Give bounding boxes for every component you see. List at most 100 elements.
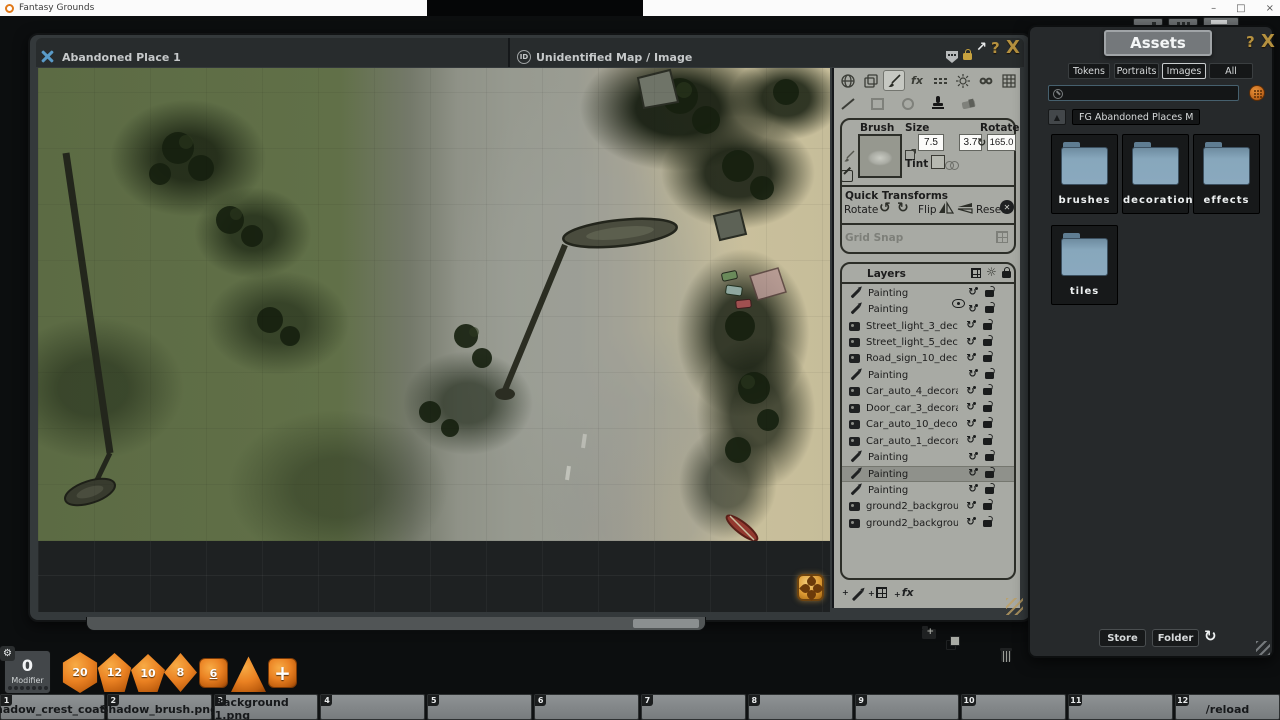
rotate-input[interactable] <box>987 134 1016 151</box>
unlock-icon[interactable] <box>985 471 994 478</box>
add-paint-layer-icon[interactable]: + <box>842 589 865 597</box>
unlock-icon[interactable] <box>983 421 992 428</box>
unlock-icon[interactable] <box>983 323 992 330</box>
unlock-icon[interactable] <box>985 487 994 494</box>
layer-vision-toggle-icon[interactable]: ↻ <box>964 354 977 364</box>
sun-icon[interactable]: ☼ <box>986 265 997 279</box>
hotbar-slot-6[interactable]: 6 <box>534 694 639 720</box>
asset-search-input[interactable] <box>1048 85 1239 101</box>
dots-tool-icon[interactable] <box>929 70 951 91</box>
map-canvas[interactable] <box>38 68 830 541</box>
die-d4[interactable] <box>231 655 266 692</box>
module-bag-button[interactable] <box>1249 85 1265 101</box>
hotbar-slot-11[interactable]: 11 <box>1068 694 1173 720</box>
help-icon[interactable]: ? <box>1246 33 1255 51</box>
size-input[interactable] <box>918 134 944 151</box>
asset-folder-tile[interactable]: tiles <box>1051 225 1118 305</box>
hotbar-slot-4[interactable]: 4 <box>320 694 425 720</box>
unlock-icon[interactable] <box>983 388 992 395</box>
layer-row[interactable]: Car_auto_10_decoratio...↻ <box>842 417 1014 433</box>
hotbar-slot-2[interactable]: 2Shadow_brush.png <box>107 694 212 720</box>
layer-vision-toggle-icon[interactable]: ↻ <box>966 469 979 479</box>
gear-icon[interactable]: ⚙ <box>0 646 15 661</box>
die-d20[interactable]: 20 <box>61 652 99 693</box>
layer-row[interactable]: Door_car_3_decoration...↻ <box>842 400 1014 416</box>
unlock-icon[interactable] <box>983 405 992 412</box>
layer-row[interactable]: Painting↻ <box>842 449 1014 465</box>
die-d8[interactable]: 8 <box>164 653 197 692</box>
stamp-draw-icon[interactable] <box>930 94 946 114</box>
store-button[interactable]: Store <box>1099 629 1146 647</box>
layer-vision-toggle-icon[interactable]: ↻ <box>964 436 977 446</box>
add-fx-layer-icon[interactable]: +fx <box>894 586 914 599</box>
die-d10[interactable]: 10 <box>131 654 165 692</box>
hotbar-slot-7[interactable]: 7 <box>641 694 746 720</box>
hotbar-slot-1[interactable]: 1Shadow_crest_coat_a <box>0 694 105 720</box>
map-resize-handle[interactable] <box>1006 598 1023 615</box>
lighting-tool-icon[interactable] <box>952 70 974 91</box>
die-d6[interactable]: 6 <box>199 658 228 688</box>
layer-row[interactable]: Painting↻ <box>842 482 1014 498</box>
fx-tool-icon[interactable]: fx <box>906 70 928 91</box>
assets-title-tab[interactable]: Assets <box>1104 30 1212 56</box>
minimize-button[interactable]: – <box>1211 3 1216 14</box>
layer-vision-toggle-icon[interactable]: ↻ <box>966 453 979 463</box>
collapsed-chat-bar[interactable] <box>86 617 706 631</box>
map-tab-title[interactable]: Abandoned Place 1 <box>62 51 181 64</box>
edit-brush-icon[interactable] <box>841 170 853 182</box>
layer-row[interactable]: ground2_background_1...↻ <box>842 515 1014 531</box>
layer-vision-toggle-icon[interactable]: ↻ <box>964 321 977 331</box>
eraser-draw-icon[interactable] <box>960 96 978 115</box>
reset-icon[interactable]: ✕ <box>1000 200 1014 214</box>
rotate-cw-icon[interactable]: ↻ <box>897 200 909 216</box>
assets-resize-handle[interactable] <box>1256 641 1270 655</box>
layer-vision-toggle-icon[interactable]: ↻ <box>964 338 977 348</box>
layer-vision-toggle-icon[interactable]: ↻ <box>966 370 979 380</box>
brush-tool-icon[interactable] <box>883 70 905 91</box>
asset-folder-tile[interactable]: brushes <box>1051 134 1118 214</box>
line-draw-icon[interactable] <box>840 96 856 115</box>
refresh-icon[interactable]: ↻ <box>1204 627 1217 645</box>
close-window-icon[interactable]: X <box>1006 37 1020 58</box>
hotbar-slot-3[interactable]: 3Background 1.png <box>214 694 319 720</box>
brush-mini-icon[interactable] <box>842 148 856 162</box>
hotbar-slot-5[interactable]: 5 <box>427 694 532 720</box>
add-die-button[interactable]: + <box>268 658 297 688</box>
unlock-icon[interactable] <box>983 355 992 362</box>
layer-vision-toggle-icon[interactable]: ↻ <box>966 288 979 298</box>
unlock-icon[interactable] <box>985 306 994 313</box>
grid-tool-icon[interactable] <box>998 70 1020 91</box>
layer-vision-toggle-icon[interactable]: ↻ <box>964 387 977 397</box>
delete-layer-icon[interactable] <box>1000 648 1012 662</box>
layer-vision-toggle-icon[interactable]: ↻ <box>964 420 977 430</box>
layer-vision-toggle-icon[interactable]: ↻ <box>966 305 979 315</box>
layer-vision-toggle-icon[interactable]: ↻ <box>966 485 979 495</box>
layer-row[interactable]: Car_auto_4_decoration...↻ <box>842 384 1014 400</box>
tint-swatch[interactable] <box>931 155 945 169</box>
unlock-icon[interactable] <box>983 520 992 527</box>
layers-grid-icon[interactable] <box>971 268 981 278</box>
map-subtab-title[interactable]: Unidentified Map / Image <box>536 51 692 64</box>
grid-snap-icon[interactable] <box>996 231 1008 243</box>
unlock-icon[interactable] <box>983 339 992 346</box>
unlock-icon[interactable] <box>985 372 994 379</box>
layer-row-selected[interactable]: Painting↻ <box>842 466 1014 482</box>
layer-row[interactable]: Car_auto_1_decoration...↻ <box>842 433 1014 449</box>
layer-row[interactable]: Street_light_5_decorati...↻ <box>842 334 1014 350</box>
layer-row[interactable]: Street_light_3_decorati...↻ <box>842 318 1014 334</box>
layer-row[interactable]: Painting↻ <box>842 285 1014 301</box>
layers-tool-icon[interactable] <box>860 70 882 91</box>
unlock-icon[interactable] <box>983 438 992 445</box>
rect-draw-icon[interactable] <box>870 96 886 115</box>
tab-all[interactable]: All <box>1209 63 1253 79</box>
maximize-button[interactable]: □ <box>1236 3 1245 14</box>
unlock-icon[interactable] <box>983 503 992 510</box>
layer-vision-toggle-icon[interactable]: ↻ <box>964 502 977 512</box>
flip-horizontal-icon[interactable] <box>938 200 954 219</box>
folder-button[interactable]: Folder <box>1152 629 1199 647</box>
layer-row[interactable]: Painting↻ <box>842 367 1014 383</box>
asset-folder-tile[interactable]: effects <box>1193 134 1260 214</box>
circle-draw-icon[interactable] <box>900 96 916 115</box>
duplicate-layer-icon[interactable] <box>946 636 959 649</box>
add-folder-icon[interactable] <box>922 629 936 639</box>
